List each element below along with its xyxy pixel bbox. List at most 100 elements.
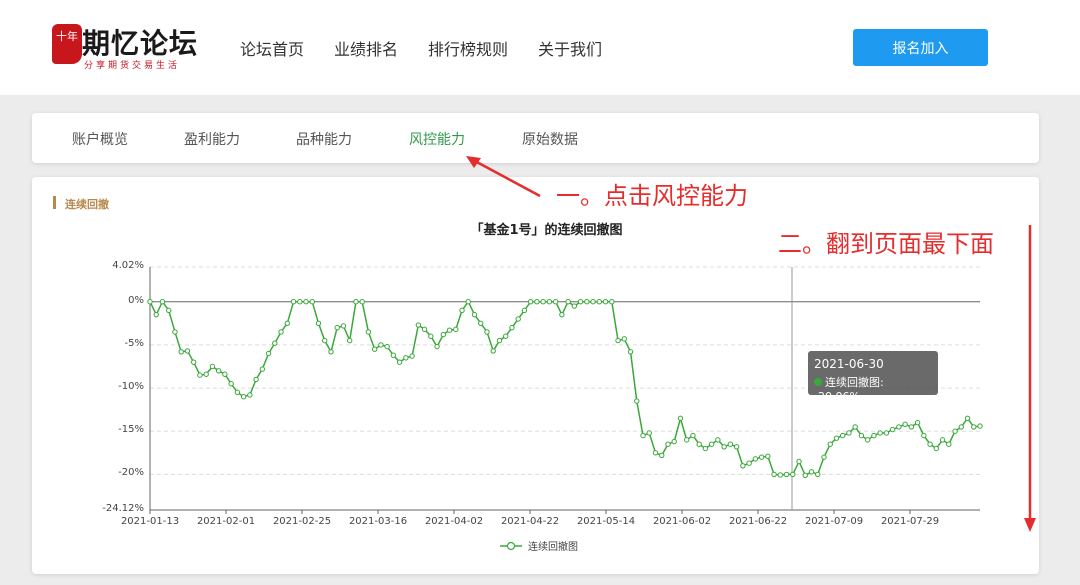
data-point bbox=[914, 419, 921, 426]
data-point bbox=[390, 352, 397, 358]
y-tick-label: -15% bbox=[118, 424, 144, 436]
data-point bbox=[559, 311, 565, 318]
data-point bbox=[197, 372, 203, 378]
data-point bbox=[190, 359, 197, 365]
data-point bbox=[521, 307, 528, 314]
data-point bbox=[272, 340, 278, 346]
data-point bbox=[222, 371, 228, 377]
data-point bbox=[777, 472, 784, 478]
data-point bbox=[815, 471, 821, 478]
data-point bbox=[247, 392, 253, 398]
data-point bbox=[871, 432, 877, 439]
data-point bbox=[184, 348, 191, 354]
data-point bbox=[902, 421, 908, 428]
x-tick-label: 2021-04-22 bbox=[500, 516, 560, 527]
data-point bbox=[490, 348, 496, 354]
x-tick-label: 2021-02-01 bbox=[196, 516, 256, 527]
data-point bbox=[708, 441, 715, 447]
data-point bbox=[584, 299, 590, 305]
data-point bbox=[746, 460, 752, 466]
data-point bbox=[758, 454, 765, 460]
data-point bbox=[428, 333, 434, 339]
data-point bbox=[571, 303, 578, 309]
data-point bbox=[471, 311, 478, 318]
data-point bbox=[496, 337, 503, 344]
data-point bbox=[921, 432, 927, 439]
data-point bbox=[958, 424, 964, 430]
chart-tooltip: 2021-06-30 连续回撤图: -20.06% bbox=[808, 351, 938, 403]
tooltip-date: 2021-06-30 bbox=[814, 357, 884, 371]
data-point bbox=[971, 424, 977, 430]
tooltip-value: 连续回撤图: -20.06% bbox=[814, 376, 884, 403]
data-point bbox=[453, 326, 459, 333]
data-point bbox=[159, 299, 166, 305]
annotation-step1: 一。点击风控能力 bbox=[556, 182, 748, 210]
data-point bbox=[665, 441, 671, 447]
data-point bbox=[846, 430, 852, 436]
data-point bbox=[634, 398, 640, 404]
data-point bbox=[590, 299, 596, 305]
data-point bbox=[166, 307, 172, 314]
data-point bbox=[702, 445, 709, 452]
data-point bbox=[509, 324, 515, 331]
data-point bbox=[309, 299, 315, 305]
y-tick-label: -10% bbox=[118, 381, 144, 393]
data-point bbox=[503, 333, 509, 339]
data-point bbox=[640, 432, 646, 439]
data-point bbox=[396, 359, 403, 365]
data-point bbox=[821, 454, 827, 460]
chart-legend[interactable]: 连续回撤图 bbox=[500, 538, 578, 553]
data-point bbox=[478, 320, 484, 327]
data-point bbox=[889, 426, 896, 433]
data-point bbox=[234, 389, 241, 396]
data-point bbox=[790, 471, 796, 478]
data-point bbox=[565, 299, 571, 305]
data-point bbox=[677, 415, 684, 421]
x-tick-label: 2021-06-22 bbox=[728, 516, 788, 527]
data-point bbox=[596, 299, 603, 305]
data-point bbox=[440, 331, 447, 338]
drawdown-chart[interactable] bbox=[0, 0, 1080, 585]
data-point bbox=[621, 336, 627, 342]
data-point bbox=[552, 299, 559, 305]
data-point bbox=[240, 394, 247, 400]
data-point bbox=[265, 350, 272, 357]
data-point bbox=[353, 299, 359, 305]
data-point bbox=[652, 450, 659, 456]
data-point bbox=[727, 441, 734, 447]
x-tick-label: 2021-07-29 bbox=[880, 516, 940, 527]
data-point bbox=[340, 323, 347, 329]
data-point bbox=[203, 371, 209, 377]
data-point bbox=[765, 453, 771, 459]
data-point bbox=[964, 415, 971, 421]
data-point bbox=[808, 469, 815, 475]
data-point bbox=[421, 326, 428, 333]
data-point bbox=[484, 329, 490, 335]
data-point bbox=[883, 430, 890, 436]
series-dot-icon bbox=[814, 378, 822, 386]
data-point bbox=[209, 363, 216, 370]
data-point bbox=[403, 355, 409, 361]
data-point bbox=[696, 441, 702, 447]
y-tick-label: -24.12% bbox=[102, 503, 144, 514]
data-point bbox=[215, 368, 222, 374]
data-point bbox=[796, 458, 802, 465]
data-point bbox=[371, 346, 378, 352]
data-point bbox=[939, 437, 946, 443]
y-tick-label: 0% bbox=[128, 294, 144, 306]
data-point bbox=[977, 423, 983, 429]
data-point bbox=[259, 366, 266, 372]
data-point bbox=[690, 432, 696, 439]
data-point bbox=[946, 441, 952, 447]
x-tick-label: 2021-03-16 bbox=[348, 516, 408, 527]
data-point bbox=[346, 337, 353, 344]
data-point bbox=[802, 472, 808, 478]
data-point bbox=[602, 299, 609, 305]
data-point bbox=[534, 299, 540, 305]
data-point bbox=[615, 337, 621, 344]
data-point bbox=[515, 316, 521, 322]
data-point bbox=[683, 437, 690, 443]
data-point bbox=[852, 424, 858, 430]
data-point bbox=[877, 430, 883, 436]
data-point bbox=[365, 329, 372, 335]
